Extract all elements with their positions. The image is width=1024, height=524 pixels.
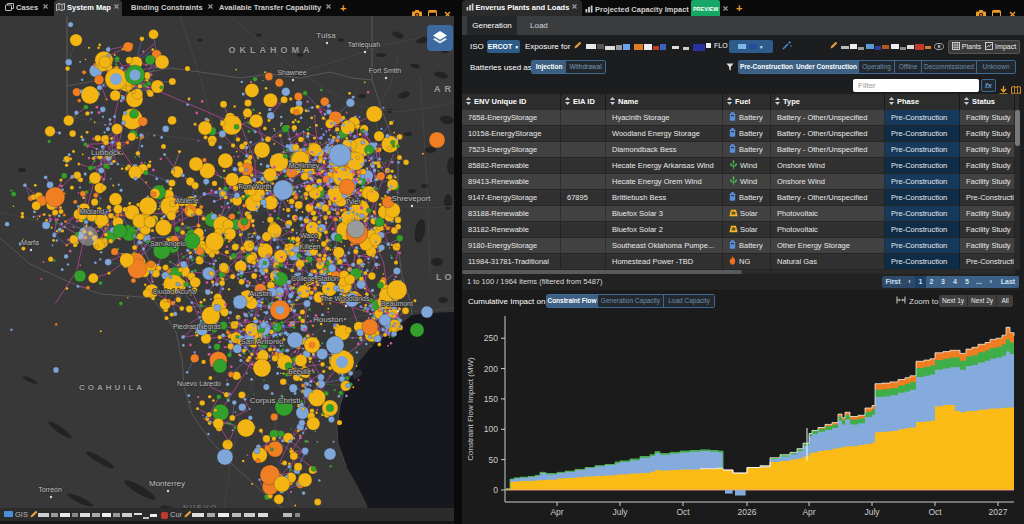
svg-text:Beaumont: Beaumont (381, 300, 413, 307)
svg-text:Ciudad Acuña: Ciudad Acuña (152, 288, 196, 295)
svg-text:Lubbock: Lubbock (91, 148, 122, 157)
svg-text:2027: 2027 (989, 507, 1008, 517)
svg-text:Tyler: Tyler (345, 198, 361, 206)
svg-text:Houston: Houston (313, 315, 343, 324)
svg-text:Tahlequah: Tahlequah (348, 41, 380, 49)
svg-text:ARKANSAS: ARKANSAS (434, 84, 454, 94)
svg-text:Constraint Flow Impact (MW): Constraint Flow Impact (MW) (466, 357, 475, 461)
svg-text:LOUISIANA: LOUISIANA (436, 272, 454, 282)
svg-text:Fort Smith: Fort Smith (369, 67, 401, 74)
svg-text:Beeville: Beeville (289, 368, 312, 375)
svg-text:0: 0 (493, 485, 498, 495)
svg-text:Fort Worth: Fort Worth (239, 183, 272, 190)
svg-text:2026: 2026 (738, 507, 757, 517)
svg-text:San Angelo: San Angelo (150, 240, 186, 248)
svg-text:Apr: Apr (550, 507, 563, 517)
svg-text:Oct: Oct (928, 507, 942, 517)
svg-text:Waco: Waco (300, 232, 318, 239)
svg-text:T E X: T E X (222, 232, 287, 243)
svg-text:McKinney: McKinney (289, 162, 320, 170)
svg-text:College Station: College Station (291, 275, 339, 283)
svg-text:Monterrey: Monterrey (149, 479, 185, 488)
svg-text:100: 100 (484, 424, 498, 434)
svg-text:Midland: Midland (80, 208, 105, 215)
svg-text:COAHUILA: COAHUILA (79, 383, 145, 392)
svg-text:Shreveport: Shreveport (391, 194, 431, 203)
svg-text:Nuevo Laredo: Nuevo Laredo (177, 380, 221, 387)
svg-text:Tulsa: Tulsa (316, 31, 336, 40)
svg-text:50: 50 (489, 455, 499, 465)
svg-text:San Antonio: San Antonio (240, 337, 284, 346)
svg-text:Torreón: Torreón (38, 486, 62, 493)
svg-text:Shawnee: Shawnee (277, 69, 306, 76)
svg-text:Oct: Oct (676, 507, 690, 517)
svg-text:200: 200 (484, 364, 498, 374)
svg-text:Killeen: Killeen (299, 243, 320, 250)
svg-text:150: 150 (484, 394, 498, 404)
svg-text:Austin: Austin (249, 289, 271, 298)
svg-text:Apr: Apr (802, 507, 815, 517)
svg-text:Piedras Negras: Piedras Negras (173, 323, 222, 331)
svg-text:July: July (864, 507, 880, 517)
svg-text:Marfa: Marfa (21, 239, 39, 246)
svg-text:Corpus Christi: Corpus Christi (250, 396, 301, 405)
svg-text:250: 250 (484, 333, 498, 343)
svg-text:July: July (612, 507, 628, 517)
svg-text:Abilene: Abilene (175, 197, 198, 204)
svg-text:The Woodlands: The Woodlands (321, 295, 370, 302)
svg-text:OKLAHOMA: OKLAHOMA (229, 45, 314, 55)
